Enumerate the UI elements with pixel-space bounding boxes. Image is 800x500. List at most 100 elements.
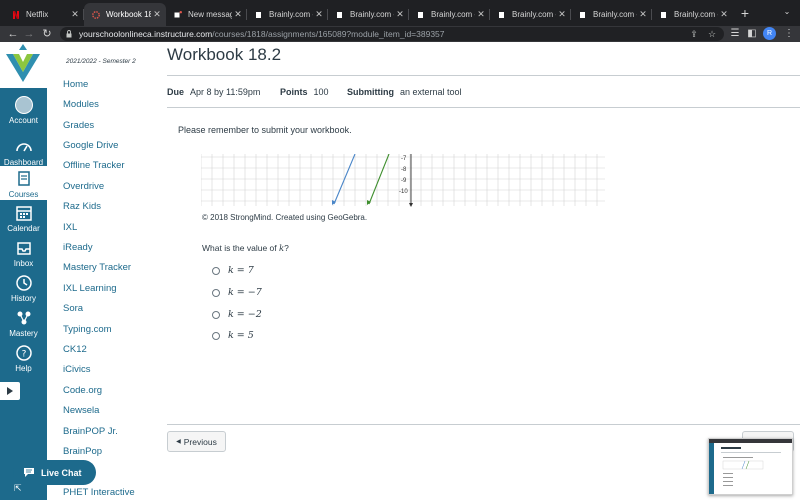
nav-mastery[interactable]: Mastery	[0, 309, 47, 338]
course-nav-link[interactable]: IXL	[63, 222, 77, 233]
close-icon[interactable]: ✕	[556, 9, 568, 20]
brainly-icon	[418, 11, 423, 18]
cursor-icon: ⇱	[14, 483, 22, 493]
brainly-icon	[661, 11, 666, 18]
nav-inbox[interactable]: Inbox	[0, 239, 47, 268]
answer-choice[interactable]: k = 7	[212, 265, 254, 276]
course-nav-link[interactable]: Grades	[63, 120, 94, 131]
brainly-icon	[499, 11, 504, 18]
dashboard-icon	[15, 143, 32, 152]
side-panel-icon[interactable]: ◧	[745, 27, 759, 41]
browser-tab-brainly[interactable]: Brainly.com - ✕	[409, 3, 490, 26]
preview-image	[709, 439, 792, 494]
new-tab-plus-icon[interactable]: +	[737, 5, 753, 21]
close-icon[interactable]: ✕	[69, 9, 81, 20]
radio-button[interactable]	[212, 331, 220, 340]
course-nav-link[interactable]: IXL Learning	[63, 283, 117, 294]
course-nav-link[interactable]: Modules	[63, 99, 99, 110]
course-navigation: 2021/2022 - Semester 2 Home Modules Grad…	[47, 42, 150, 500]
answer-choice[interactable]: k = 5	[212, 330, 254, 341]
close-icon[interactable]: ✕	[151, 9, 163, 20]
nav-dashboard[interactable]: Dashboard	[0, 138, 47, 167]
course-nav-link[interactable]: iReady	[63, 242, 93, 253]
course-nav-link[interactable]: Raz Kids	[63, 201, 101, 212]
course-nav-link[interactable]: Typing.com	[63, 324, 112, 335]
graph-tick-label: -10	[399, 189, 408, 195]
radio-button[interactable]	[212, 266, 220, 275]
nav-history[interactable]: History	[0, 274, 47, 303]
forward-arrow-icon[interactable]: →	[22, 27, 36, 41]
close-icon[interactable]: ✕	[232, 9, 244, 20]
close-icon[interactable]: ✕	[313, 9, 325, 20]
course-nav-link[interactable]: Home	[63, 79, 88, 90]
play-arrow-icon	[7, 387, 13, 395]
help-icon: ?	[15, 345, 32, 361]
profile-avatar[interactable]: R	[763, 27, 776, 40]
browser-tab-brainly[interactable]: Brainly.com - ✕	[652, 3, 733, 26]
course-nav-link[interactable]: PHET Interactive	[63, 487, 135, 498]
divider	[167, 75, 800, 76]
screen-preview-thumbnail[interactable]	[708, 438, 793, 495]
nav-account[interactable]: Account	[0, 96, 47, 125]
more-menu-icon[interactable]: ⋮	[782, 27, 796, 41]
course-nav-link[interactable]: Newsela	[63, 405, 99, 416]
previous-button[interactable]: ◀ Previous	[167, 431, 226, 452]
browser-toolbar: ← → ↻ yourschoolonlineca.instructure.com…	[0, 26, 800, 42]
term-label: 2021/2022 - Semester 2	[66, 58, 136, 65]
browser-tab-new-message[interactable]: New message! ✕	[166, 3, 247, 26]
browser-tab-workbook[interactable]: Workbook 18. ✕	[84, 3, 166, 26]
bookmark-star-icon[interactable]: ☆	[706, 28, 718, 40]
reading-list-icon[interactable]: ☰	[728, 27, 742, 41]
divider	[167, 424, 800, 425]
nav-calendar[interactable]: Calendar	[0, 204, 47, 233]
courses-icon	[17, 171, 30, 186]
live-chat-button[interactable]: Live Chat	[13, 460, 96, 485]
lock-icon	[66, 30, 72, 38]
close-icon[interactable]: ✕	[394, 9, 406, 20]
nav-help[interactable]: ? Help	[0, 344, 47, 373]
radio-button[interactable]	[212, 288, 220, 297]
nav-courses[interactable]: Courses	[0, 166, 47, 200]
answer-choice[interactable]: k = −2	[212, 309, 262, 320]
tab-search-chevron-icon[interactable]: ⌄	[782, 7, 792, 17]
browser-tab-brainly[interactable]: Brainly.com - ✕	[247, 3, 328, 26]
course-nav-link[interactable]: CK12	[63, 344, 87, 355]
brainly-icon	[580, 11, 585, 18]
browser-tab-brainly[interactable]: Brainly.com - ✕	[490, 3, 571, 26]
course-nav-link[interactable]: BrainPOP Jr.	[63, 426, 118, 437]
course-nav-link[interactable]: iCivics	[63, 364, 90, 375]
back-arrow-icon[interactable]: ←	[6, 27, 20, 41]
axis-arrow-icon	[409, 203, 413, 207]
assignment-content: Workbook 18.2 Due Apr 8 by 11:59pm Points…	[150, 42, 800, 500]
browser-tab-netflix[interactable]: Netflix ✕	[4, 3, 84, 26]
school-logo-icon	[6, 44, 40, 82]
reload-icon[interactable]: ↻	[40, 27, 54, 41]
svg-text:?: ?	[21, 350, 26, 360]
mastery-icon	[17, 311, 30, 325]
close-icon[interactable]: ✕	[637, 9, 649, 20]
course-nav-link[interactable]: Overdrive	[63, 181, 104, 192]
page-title: Workbook 18.2	[167, 45, 282, 64]
course-nav-link[interactable]: Sora	[63, 303, 83, 314]
chat-bubble-icon	[24, 468, 34, 477]
collapse-nav-button[interactable]	[0, 382, 20, 400]
close-icon[interactable]: ✕	[718, 9, 730, 20]
course-nav-link[interactable]: Offline Tracker	[63, 160, 125, 171]
address-bar[interactable]: yourschoolonlineca.instructure.com/cours…	[60, 27, 724, 41]
url-text: yourschoolonlineca.instructure.com/cours…	[79, 29, 445, 39]
course-nav-link[interactable]: BrainPop	[63, 446, 102, 457]
radio-button[interactable]	[212, 310, 220, 319]
course-nav-link[interactable]: Code.org	[63, 385, 102, 396]
school-logo[interactable]	[0, 42, 47, 88]
answer-choice[interactable]: k = −7	[212, 287, 262, 298]
browser-tab-brainly[interactable]: Brainly.com - ✕	[328, 3, 409, 26]
course-nav-link[interactable]: Google Drive	[63, 140, 118, 151]
course-nav-link[interactable]: Mastery Tracker	[63, 262, 131, 273]
share-icon[interactable]: ⇪	[688, 28, 700, 40]
close-icon[interactable]: ✕	[475, 9, 487, 20]
brainly-icon	[256, 11, 261, 18]
browser-tab-brainly[interactable]: Brainly.com - ✕	[571, 3, 652, 26]
chevron-left-icon: ◀	[176, 439, 181, 445]
graph-tick-label: -8	[401, 167, 407, 173]
due-info: Due Apr 8 by 11:59pm	[167, 87, 261, 97]
